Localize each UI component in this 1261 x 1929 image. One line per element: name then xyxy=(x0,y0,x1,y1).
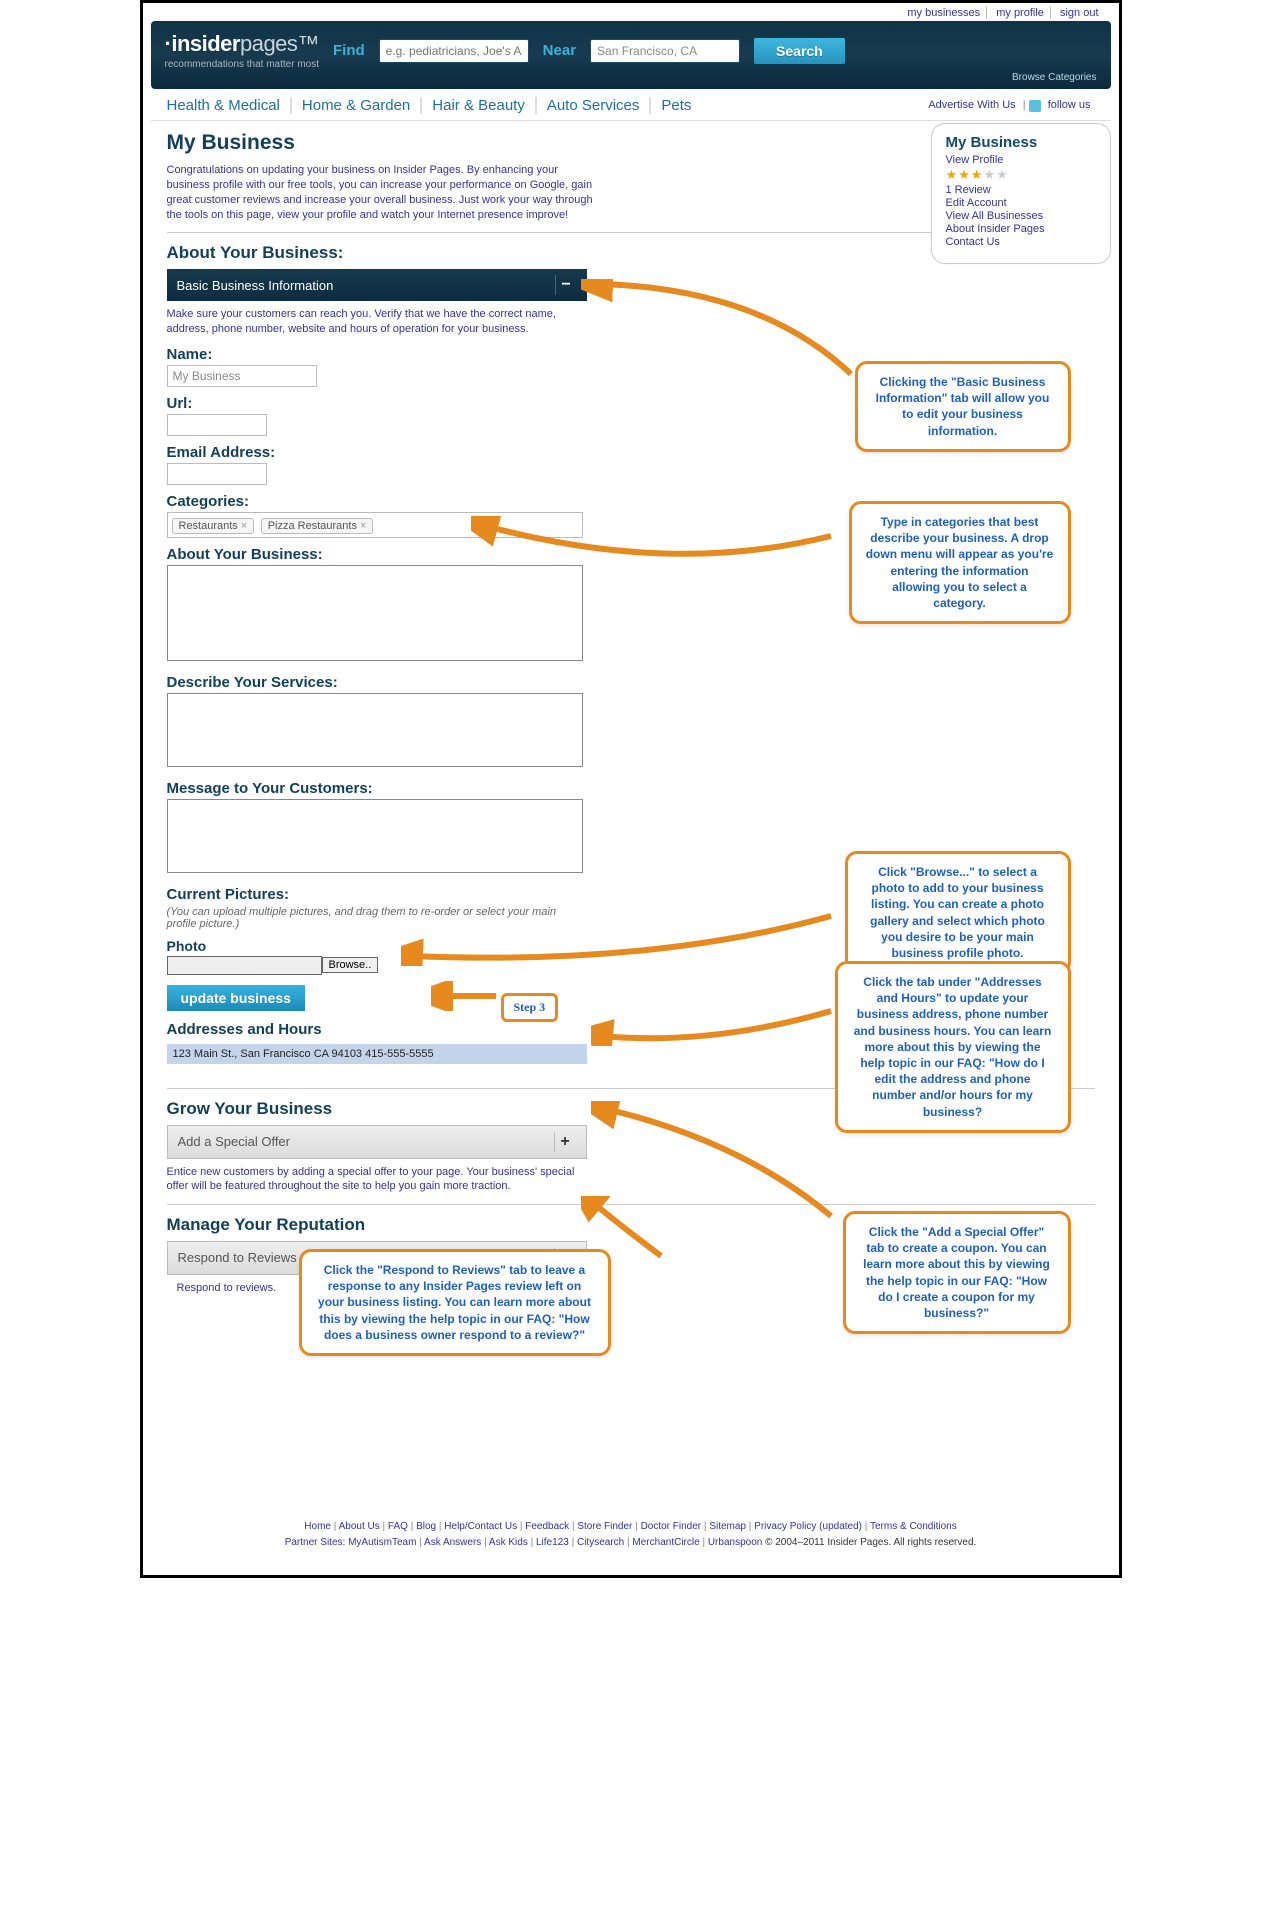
plus-icon[interactable]: + xyxy=(554,1132,576,1152)
sidebar-view-profile[interactable]: View Profile xyxy=(946,154,1096,166)
footer-link[interactable]: Ask Answers xyxy=(424,1537,481,1548)
basic-info-help: Make sure your customers can reach you. … xyxy=(167,307,587,336)
message-customers-textarea[interactable] xyxy=(167,799,583,873)
category-tag: Pizza Restaurants× xyxy=(261,518,374,534)
pictures-hint: (You can upload multiple pictures, and d… xyxy=(167,906,587,930)
tag-remove-icon[interactable]: × xyxy=(241,520,247,532)
category-tag: Restaurants× xyxy=(172,518,255,534)
footer-link[interactable]: Citysearch xyxy=(577,1537,624,1548)
footer-row-1: Home | About Us | FAQ | Blog | Help/Cont… xyxy=(153,1519,1109,1535)
nav-auto[interactable]: Auto Services xyxy=(537,97,652,114)
categories-input[interactable]: Restaurants× Pizza Restaurants× xyxy=(167,512,583,538)
logo[interactable]: ·insiderpages™ recommendations that matt… xyxy=(165,31,320,70)
addresses-hours-heading: Addresses and Hours xyxy=(167,1021,587,1038)
my-business-sidebar: My Business View Profile ★★★★★ 1 Review … xyxy=(931,123,1111,264)
callout-browse: Click "Browse..." to select a photo to a… xyxy=(845,851,1071,974)
special-offer-help: Entice new customers by adding a special… xyxy=(167,1165,587,1194)
footer-link[interactable]: FAQ xyxy=(388,1521,408,1532)
footer-link[interactable]: Urbanspoon xyxy=(708,1537,762,1548)
footer-link[interactable]: Ask Kids xyxy=(489,1537,528,1548)
update-business-button[interactable]: update business xyxy=(167,985,305,1011)
sidebar-view-all[interactable]: View All Businesses xyxy=(946,210,1096,222)
about-business-label: About Your Business: xyxy=(167,546,587,563)
find-input[interactable] xyxy=(379,39,529,63)
star-rating: ★★★★★ xyxy=(946,167,1096,183)
url-input[interactable] xyxy=(167,414,267,436)
sidebar-title: My Business xyxy=(946,134,1096,151)
footer-link[interactable]: MyAutismTeam xyxy=(348,1537,416,1548)
link-my-businesses[interactable]: my businesses xyxy=(901,7,987,19)
callout-basic-info: Clicking the "Basic Business Information… xyxy=(855,361,1071,452)
accordion-basic-info[interactable]: Basic Business Information − xyxy=(167,269,587,301)
minus-icon[interactable]: − xyxy=(555,275,577,295)
link-my-profile[interactable]: my profile xyxy=(990,7,1051,19)
sidebar-edit-account[interactable]: Edit Account xyxy=(946,197,1096,209)
describe-services-label: Describe Your Services: xyxy=(167,674,587,691)
email-label: Email Address: xyxy=(167,444,587,461)
sidebar-one-review[interactable]: 1 Review xyxy=(946,184,1096,196)
footer-link[interactable]: Privacy Policy (updated) xyxy=(754,1521,862,1532)
url-label: Url: xyxy=(167,395,587,412)
about-business-textarea[interactable] xyxy=(167,565,583,661)
browse-button[interactable]: Browse.. xyxy=(322,957,379,973)
arrow-icon xyxy=(591,1006,841,1046)
photo-path-field xyxy=(167,956,322,975)
footer-link[interactable]: About Us xyxy=(339,1521,380,1532)
twitter-icon[interactable] xyxy=(1029,100,1041,112)
footer-link[interactable]: MerchantCircle xyxy=(632,1537,699,1548)
follow-us-link[interactable]: follow us xyxy=(1044,99,1095,111)
intro-text: Congratulations on updating your busines… xyxy=(167,163,597,222)
categories-label: Categories: xyxy=(167,493,587,510)
accordion-basic-label: Basic Business Information xyxy=(177,278,334,293)
footer-link[interactable]: Home xyxy=(304,1521,331,1532)
footer-link[interactable]: Help/Contact Us xyxy=(444,1521,517,1532)
content: My Business View Profile ★★★★★ 1 Review … xyxy=(151,121,1111,1505)
name-label: Name: xyxy=(167,346,587,363)
footer-link[interactable]: Store Finder xyxy=(577,1521,632,1532)
nav-hair-beauty[interactable]: Hair & Beauty xyxy=(422,97,537,114)
search-button[interactable]: Search xyxy=(754,38,845,64)
describe-services-textarea[interactable] xyxy=(167,693,583,767)
callout-respond-reviews: Click the "Respond to Reviews" tab to le… xyxy=(299,1249,611,1356)
address-row[interactable]: 123 Main St., San Francisco CA 94103 415… xyxy=(167,1044,587,1064)
advertise-link[interactable]: Advertise With Us xyxy=(928,99,1019,111)
tag-remove-icon[interactable]: × xyxy=(360,520,366,532)
accordion-respond-label: Respond to Reviews xyxy=(178,1250,297,1265)
sidebar-contact[interactable]: Contact Us xyxy=(946,236,1096,248)
message-customers-label: Message to Your Customers: xyxy=(167,780,587,797)
browse-categories-link[interactable]: Browse Categories xyxy=(1012,72,1096,83)
email-input[interactable] xyxy=(167,463,267,485)
business-form: Name: Url: Email Address: Categories: Re… xyxy=(167,346,587,1064)
logo-tagline: recommendations that matter most xyxy=(165,59,320,70)
nav-pets[interactable]: Pets xyxy=(651,97,701,114)
step-label: Step 3 xyxy=(501,993,559,1022)
arrow-icon xyxy=(581,279,861,389)
photo-label: Photo xyxy=(167,938,587,954)
top-links: my businesses my profile sign out xyxy=(143,3,1119,21)
near-input[interactable] xyxy=(590,39,740,63)
main-nav: Health & Medical Home & Garden Hair & Be… xyxy=(151,89,1111,121)
header: ·insiderpages™ recommendations that matt… xyxy=(151,21,1111,89)
nav-health[interactable]: Health & Medical xyxy=(167,97,292,114)
callout-addresses: Click the tab under "Addresses and Hours… xyxy=(835,961,1071,1133)
callout-special-offer: Click the "Add a Special Offer" tab to c… xyxy=(843,1211,1071,1334)
link-sign-out[interactable]: sign out xyxy=(1054,7,1105,19)
near-label: Near xyxy=(543,42,576,59)
name-input[interactable] xyxy=(167,365,317,387)
footer-link[interactable]: Feedback xyxy=(525,1521,569,1532)
footer-row-2: Partner Sites: MyAutismTeam | Ask Answer… xyxy=(153,1535,1109,1551)
footer-link[interactable]: Life123 xyxy=(536,1537,569,1548)
sidebar-about-ip[interactable]: About Insider Pages xyxy=(946,223,1096,235)
current-pictures-label: Current Pictures: xyxy=(167,886,587,903)
footer-link[interactable]: Blog xyxy=(416,1521,436,1532)
footer: Home | About Us | FAQ | Blog | Help/Cont… xyxy=(153,1519,1109,1551)
nav-home-garden[interactable]: Home & Garden xyxy=(292,97,422,114)
footer-link[interactable]: Sitemap xyxy=(709,1521,746,1532)
find-label: Find xyxy=(333,42,365,59)
accordion-special-offer[interactable]: Add a Special Offer + xyxy=(167,1125,587,1159)
accordion-special-offer-label: Add a Special Offer xyxy=(178,1134,291,1149)
footer-link[interactable]: Doctor Finder xyxy=(641,1521,702,1532)
callout-categories: Type in categories that best describe yo… xyxy=(849,501,1071,624)
footer-link[interactable]: Terms & Conditions xyxy=(870,1521,957,1532)
